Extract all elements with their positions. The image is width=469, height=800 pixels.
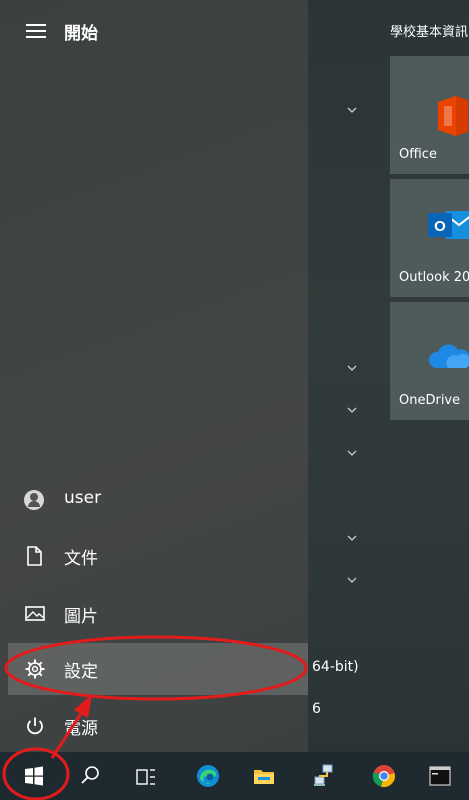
file-explorer-button[interactable]: [240, 752, 288, 800]
windows-start-icon: [25, 766, 43, 786]
chevron-down-icon[interactable]: [346, 447, 358, 459]
app-list-entry[interactable]: 6: [312, 701, 321, 717]
app-list-entry[interactable]: 64-bit): [312, 659, 359, 675]
tile-onedrive[interactable]: OneDrive: [390, 302, 469, 420]
chevron-down-icon[interactable]: [346, 574, 358, 586]
tile-office[interactable]: Office: [390, 56, 469, 174]
start-menu-title: 開始: [64, 24, 98, 44]
chrome-button[interactable]: [360, 752, 408, 800]
edge-icon: [197, 765, 219, 787]
search-icon: [81, 766, 99, 784]
edge-button[interactable]: [184, 752, 232, 800]
svg-text:O: O: [434, 218, 446, 235]
network-app-icon: [314, 764, 333, 786]
start-menu-header: 開始: [0, 0, 308, 58]
rail-item-documents[interactable]: 文件: [0, 530, 308, 582]
tile-label: OneDrive: [399, 393, 461, 408]
rail-item-user[interactable]: user: [0, 474, 308, 526]
tile-label: Office: [399, 147, 437, 162]
hamburger-menu-icon[interactable]: [26, 24, 46, 38]
start-menu-rail: 開始 user 文件 圖片 設定 電源: [0, 0, 308, 752]
document-icon: [24, 545, 46, 567]
network-app-button[interactable]: [300, 752, 348, 800]
rail-item-power[interactable]: 電源: [0, 700, 308, 752]
rail-item-label: user: [64, 488, 102, 508]
start-button[interactable]: [10, 752, 58, 800]
rail-item-pictures[interactable]: 圖片: [0, 588, 308, 640]
task-view-button[interactable]: [122, 752, 170, 800]
search-button[interactable]: [66, 752, 114, 800]
picture-icon: [24, 603, 46, 625]
chevron-down-icon[interactable]: [346, 404, 358, 416]
rail-item-label: 圖片: [64, 607, 98, 627]
user-avatar-icon: [24, 489, 46, 511]
file-explorer-icon: [254, 770, 274, 784]
rail-item-label: 電源: [64, 719, 98, 739]
terminal-button[interactable]: [416, 752, 464, 800]
terminal-icon: [429, 766, 451, 786]
rail-item-label: 文件: [64, 549, 98, 569]
chevron-down-icon[interactable]: [346, 104, 358, 116]
chrome-icon: [372, 765, 395, 787]
tile-outlook[interactable]: O Outlook 20: [390, 179, 469, 297]
rail-item-settings[interactable]: 設定: [8, 643, 308, 695]
taskbar: [0, 752, 469, 800]
gear-icon: [24, 658, 46, 680]
chevron-down-icon[interactable]: [346, 532, 358, 544]
tile-label: Outlook 20: [399, 270, 469, 285]
office-icon: [438, 96, 468, 136]
tile-group-title[interactable]: 學校基本資訊: [390, 21, 468, 40]
onedrive-icon: [428, 344, 469, 368]
chevron-down-icon[interactable]: [346, 362, 358, 374]
rail-item-label: 設定: [64, 662, 98, 682]
power-icon: [24, 715, 46, 737]
task-view-icon: [136, 769, 155, 785]
outlook-icon: O: [428, 211, 469, 239]
